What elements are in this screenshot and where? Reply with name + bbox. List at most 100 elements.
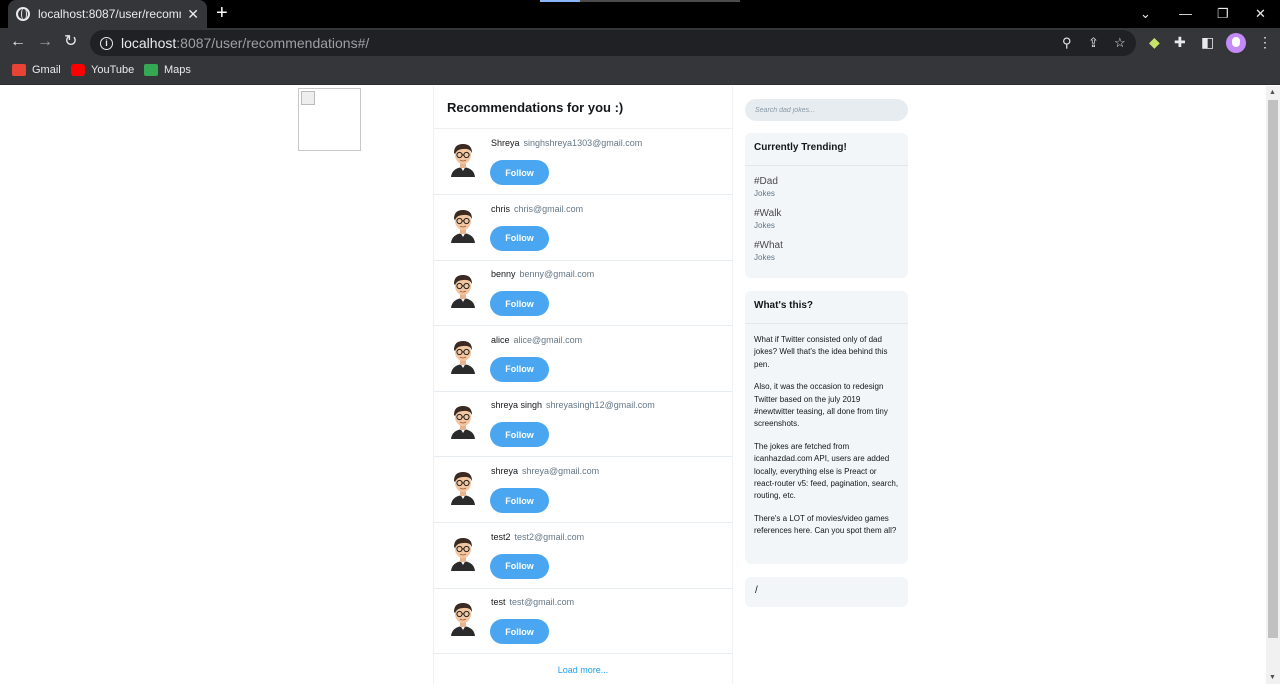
trending-card: Currently Trending! #Dad Jokes #Walk Jokes #…: [745, 133, 908, 278]
about-text: What if Twitter consisted only of dad jo…: [745, 334, 908, 538]
bookmark-star-icon[interactable]: ☆: [1114, 35, 1126, 51]
trending-tag: #Dad: [754, 176, 778, 187]
list-item: alice alice@gmail.com Follow: [434, 326, 732, 392]
user-email: shreya@gmail.com: [522, 466, 600, 476]
user-info: shreya singh shreyasingh12@gmail.com: [491, 400, 655, 410]
avatar[interactable]: [448, 272, 478, 309]
broken-logo-image: [298, 88, 361, 151]
user-email: chris@gmail.com: [514, 203, 584, 214]
trending-title: Currently Trending!: [745, 133, 908, 166]
scroll-up-icon[interactable]: ▲: [1269, 89, 1276, 96]
list-item: shreya shreya@gmail.com Follow: [434, 457, 732, 523]
side-panel-icon[interactable]: ◧: [1201, 34, 1214, 51]
trending-list: #Dad Jokes #Walk Jokes #What Jokes: [745, 176, 908, 262]
tab-title: localhost:8087/user/recommendations#/: [38, 7, 181, 21]
user-name[interactable]: shreya singh: [491, 400, 542, 410]
trending-subtitle: Jokes: [754, 221, 775, 230]
bookmark-label: Maps: [164, 64, 191, 76]
tab-search-chevron-icon[interactable]: ⌄: [1140, 6, 1151, 22]
trending-tag: #What: [754, 240, 783, 251]
trending-item[interactable]: #Walk Jokes: [745, 208, 908, 230]
about-paragraph: What if Twitter consisted only of dad jo…: [754, 335, 888, 369]
follow-button[interactable]: Follow: [490, 291, 549, 317]
follow-button[interactable]: Follow: [490, 225, 549, 251]
avatar[interactable]: [448, 403, 478, 440]
follow-button[interactable]: Follow: [490, 422, 549, 448]
avatar[interactable]: [448, 535, 478, 571]
user-email: shreyasingh12@gmail.com: [546, 400, 655, 411]
window-close-icon[interactable]: ✕: [1255, 6, 1266, 22]
avatar[interactable]: [448, 207, 478, 243]
user-info: test2 test2@gmail.com: [491, 532, 584, 542]
site-info-icon[interactable]: i: [100, 36, 113, 50]
user-name[interactable]: test: [491, 597, 506, 607]
page-viewport: Recommendations for you :) Shreya singhsh…: [0, 86, 1280, 684]
follow-button[interactable]: Follow: [490, 553, 549, 579]
about-paragraph: There's a LOT of movies/video games refe…: [754, 513, 897, 536]
follow-button[interactable]: Follow: [490, 488, 549, 513]
scroll-down-icon[interactable]: ▼: [1269, 674, 1276, 681]
avatar[interactable]: [448, 338, 478, 374]
youtube-icon: [71, 64, 85, 76]
list-item: benny benny@gmail.com Follow: [434, 260, 732, 327]
user-info: test test@gmail.com: [491, 597, 574, 607]
page-title: Recommendations for you :): [447, 100, 624, 115]
avatar[interactable]: [448, 600, 478, 637]
browser-titlebar: localhost:8087/user/recommendations#/ ✕ …: [0, 0, 1280, 28]
menu-kebab-icon[interactable]: ⋮: [1258, 34, 1272, 51]
maps-icon: [144, 64, 158, 76]
forward-arrow-icon[interactable]: →: [37, 33, 53, 51]
trending-tag: #Walk: [754, 208, 782, 219]
follow-button[interactable]: Follow: [490, 619, 549, 645]
user-email: test@gmail.com: [509, 597, 575, 608]
user-email: test2@gmail.com: [514, 531, 585, 542]
follow-button[interactable]: Follow: [490, 160, 549, 185]
bookmark-youtube[interactable]: YouTube: [71, 64, 134, 76]
follow-button[interactable]: Follow: [490, 356, 549, 382]
page-scrollbar[interactable]: ▲ ▼: [1266, 86, 1280, 684]
zoom-icon[interactable]: ⚲: [1062, 35, 1072, 51]
trending-item[interactable]: #What Jokes: [745, 240, 908, 262]
address-bar[interactable]: i localhost:8087/user/recommendations#/ …: [90, 30, 1136, 56]
gmail-icon: [12, 64, 26, 76]
reload-icon[interactable]: ↻: [64, 33, 77, 51]
scroll-thumb[interactable]: [1268, 100, 1278, 638]
loading-indicator: [540, 0, 740, 2]
list-item: Shreya singhshreya1303@gmail.com Follow: [434, 129, 732, 195]
user-name[interactable]: alice: [491, 335, 510, 345]
user-info: alice alice@gmail.com: [491, 335, 582, 345]
avatar[interactable]: [448, 141, 478, 177]
back-arrow-icon[interactable]: ←: [10, 33, 26, 51]
footer-card: /: [745, 577, 908, 607]
user-email: alice@gmail.com: [513, 334, 583, 345]
bookmark-label: Gmail: [32, 64, 61, 76]
user-name[interactable]: benny: [491, 269, 516, 279]
extensions-puzzle-icon[interactable]: ✚: [1174, 34, 1186, 51]
bookmark-gmail[interactable]: Gmail: [12, 64, 61, 76]
minimize-icon[interactable]: —: [1179, 6, 1192, 21]
tab-close-icon[interactable]: ✕: [187, 6, 199, 23]
user-name[interactable]: Shreya: [491, 138, 520, 148]
trending-item[interactable]: #Dad Jokes: [745, 176, 908, 198]
list-item: test2 test2@gmail.com Follow: [434, 523, 732, 589]
user-info: benny benny@gmail.com: [491, 269, 594, 279]
share-icon[interactable]: ⇪: [1088, 35, 1099, 51]
user-name[interactable]: chris: [491, 204, 510, 214]
user-info: shreya shreya@gmail.com: [491, 466, 599, 476]
user-name[interactable]: test2: [491, 532, 511, 542]
globe-icon: [16, 7, 30, 21]
bookmark-maps[interactable]: Maps: [144, 64, 191, 76]
extension-leaf-icon[interactable]: ◆: [1149, 34, 1160, 51]
bookmarks-bar: Gmail YouTube Maps: [0, 58, 1280, 85]
new-tab-icon[interactable]: +: [216, 3, 228, 23]
about-paragraph: The jokes are fetched from icanhazdad.co…: [754, 441, 899, 501]
profile-avatar[interactable]: [1226, 33, 1246, 53]
browser-toolbar: ← → ↻ i localhost:8087/user/recommendati…: [0, 28, 1280, 58]
restore-icon[interactable]: ❐: [1217, 6, 1229, 22]
trending-subtitle: Jokes: [754, 189, 775, 198]
user-name[interactable]: shreya: [491, 466, 518, 476]
search-input[interactable]: [745, 99, 908, 121]
load-more-link[interactable]: Load more...: [434, 665, 732, 675]
avatar[interactable]: [448, 469, 478, 505]
browser-tab[interactable]: localhost:8087/user/recommendations#/ ✕: [8, 0, 207, 28]
